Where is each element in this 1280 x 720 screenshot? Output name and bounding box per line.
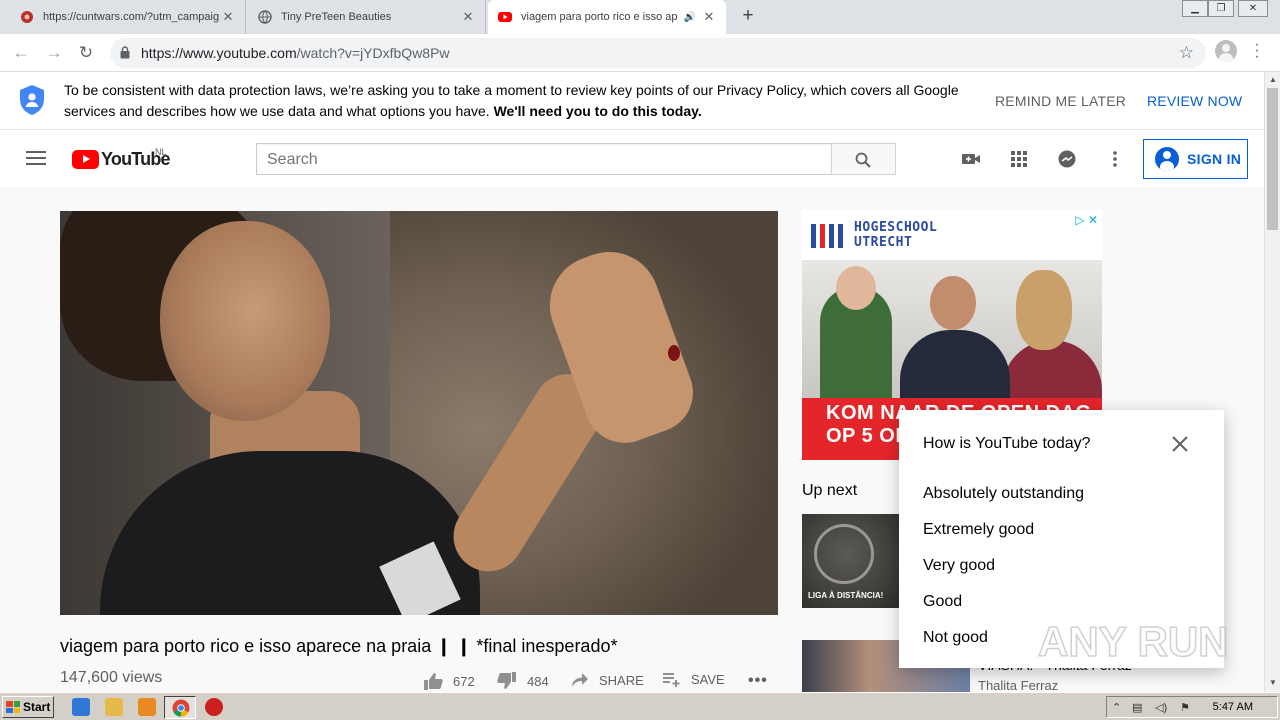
close-tab-icon[interactable]: ✕ bbox=[461, 9, 475, 25]
browser-tab-bar: https://cuntwars.com/?utm_campaig ✕ Tiny… bbox=[0, 0, 1280, 34]
survey-option[interactable]: Very good bbox=[923, 557, 995, 575]
sign-in-button[interactable]: SIGN IN bbox=[1143, 139, 1248, 179]
review-now-button[interactable]: REVIEW NOW bbox=[1147, 93, 1242, 109]
account-icon bbox=[1155, 147, 1179, 171]
search-button[interactable] bbox=[831, 143, 896, 175]
create-video-icon[interactable] bbox=[961, 149, 981, 169]
shield-icon bbox=[20, 85, 44, 115]
survey-option[interactable]: Not good bbox=[923, 629, 988, 647]
messages-icon[interactable] bbox=[1057, 149, 1077, 169]
youtube-logo[interactable]: YouTube NL bbox=[72, 147, 171, 170]
scroll-up-icon[interactable]: ▲ bbox=[1269, 75, 1277, 84]
up-next-heading: Up next bbox=[802, 482, 858, 499]
start-button[interactable]: Start bbox=[2, 696, 54, 718]
system-tray: ⌃ ▤ ◁) ⚑ 5:47 AM bbox=[1106, 696, 1278, 718]
svg-text:ANY RUN: ANY RUN bbox=[1038, 618, 1229, 665]
share-button[interactable]: SHARE bbox=[571, 672, 644, 688]
close-tab-icon[interactable]: ✕ bbox=[702, 9, 716, 25]
view-count: 147,600 views bbox=[60, 669, 163, 686]
guide-menu-icon[interactable] bbox=[26, 151, 46, 167]
site-favicon-icon bbox=[20, 10, 34, 24]
tab-title: Tiny PreTeen Beauties bbox=[281, 11, 392, 23]
more-actions-icon[interactable]: ••• bbox=[748, 672, 768, 690]
thumbs-down-icon bbox=[497, 672, 516, 689]
settings-more-icon[interactable] bbox=[1105, 149, 1125, 169]
search-input[interactable]: Search bbox=[256, 143, 832, 175]
recommended-channel[interactable]: Thalita Ferraz bbox=[978, 678, 1058, 693]
page-scrollbar[interactable]: ▲ ▼ bbox=[1264, 72, 1280, 692]
scrollbar-thumb[interactable] bbox=[1267, 88, 1278, 230]
playlist-add-icon bbox=[663, 672, 680, 687]
browser-tab-1[interactable]: https://cuntwars.com/?utm_campaig ✕ bbox=[10, 0, 246, 34]
profile-avatar[interactable] bbox=[1215, 40, 1237, 62]
thumbs-up-icon bbox=[424, 673, 443, 690]
new-tab-button[interactable]: + bbox=[738, 6, 758, 26]
apps-grid-icon[interactable] bbox=[1009, 149, 1029, 169]
action-center-flag-icon[interactable]: ⚑ bbox=[1180, 701, 1190, 714]
browser-tab-2[interactable]: Tiny PreTeen Beauties ✕ bbox=[248, 0, 486, 34]
survey-option[interactable]: Extremely good bbox=[923, 521, 1034, 539]
url-text: https://www.youtube.com/watch?v=jYDxfbQw… bbox=[141, 45, 450, 61]
tray-expand-icon[interactable]: ⌃ bbox=[1112, 701, 1121, 714]
country-code: NL bbox=[155, 147, 167, 157]
folder-icon[interactable] bbox=[105, 698, 123, 716]
speaker-icon[interactable]: 🔊 bbox=[684, 12, 696, 23]
internet-explorer-icon[interactable] bbox=[72, 698, 90, 716]
network-icon[interactable]: ▤ bbox=[1132, 701, 1142, 714]
minimize-button[interactable]: ▁ bbox=[1182, 0, 1208, 17]
lock-icon bbox=[120, 46, 130, 59]
video-title: viagem para porto rico e isso aparece na… bbox=[60, 636, 618, 656]
back-button[interactable]: ← bbox=[10, 42, 32, 64]
anyrun-watermark: ANY RUN bbox=[1038, 617, 1229, 666]
tab-title: viagem para porto rico e isso ap bbox=[521, 11, 678, 23]
windows-logo-icon bbox=[6, 701, 20, 713]
opera-icon[interactable] bbox=[205, 698, 223, 716]
youtube-favicon-icon bbox=[498, 10, 512, 24]
browser-toolbar: ← → ↻ https://www.youtube.com/watch?v=jY… bbox=[0, 34, 1280, 72]
survey-option[interactable]: Good bbox=[923, 593, 962, 611]
chrome-taskbar-button[interactable] bbox=[164, 696, 196, 719]
address-bar[interactable]: https://www.youtube.com/watch?v=jYDxfbQw… bbox=[110, 38, 1206, 68]
media-player-icon[interactable] bbox=[138, 698, 156, 716]
dislike-button[interactable]: 484 bbox=[497, 672, 549, 690]
like-button[interactable]: 672 bbox=[423, 672, 475, 690]
chrome-icon bbox=[172, 699, 190, 717]
reload-button[interactable]: ↻ bbox=[75, 42, 97, 64]
close-window-button[interactable]: ✕ bbox=[1238, 0, 1268, 17]
remind-me-later-button[interactable]: REMIND ME LATER bbox=[995, 93, 1126, 109]
browser-tab-3[interactable]: viagem para porto rico e isso ap 🔊 ✕ bbox=[488, 0, 726, 34]
close-icon[interactable] bbox=[1171, 435, 1189, 453]
close-tab-icon[interactable]: ✕ bbox=[221, 9, 235, 25]
save-button[interactable]: SAVE bbox=[663, 672, 725, 687]
youtube-play-icon bbox=[72, 150, 99, 169]
share-icon bbox=[572, 673, 588, 687]
windows-taskbar: Start ⌃ ▤ ◁) ⚑ 5:47 AM bbox=[0, 692, 1280, 720]
consent-banner: To be consistent with data protection la… bbox=[0, 72, 1264, 130]
consent-message: To be consistent with data protection la… bbox=[64, 82, 959, 119]
globe-icon bbox=[258, 10, 272, 24]
bookmark-star-icon[interactable]: ☆ bbox=[1179, 43, 1194, 63]
taskbar-clock[interactable]: 5:47 AM bbox=[1213, 701, 1253, 713]
restore-button[interactable]: ❐ bbox=[1208, 0, 1234, 17]
video-player[interactable] bbox=[60, 211, 778, 615]
ad-photo bbox=[802, 260, 1102, 398]
youtube-masthead: YouTube NL Search SIGN IN bbox=[0, 130, 1264, 187]
scroll-down-icon[interactable]: ▼ bbox=[1269, 678, 1277, 687]
forward-button[interactable]: → bbox=[43, 42, 65, 64]
browser-menu-icon[interactable]: · · · bbox=[1252, 37, 1262, 65]
survey-question: How is YouTube today? bbox=[923, 435, 1091, 452]
volume-icon[interactable]: ◁) bbox=[1155, 701, 1167, 714]
ad-choices-icon[interactable]: ▷ ✕ bbox=[1075, 213, 1098, 227]
tab-title: https://cuntwars.com/?utm_campaig bbox=[43, 11, 220, 23]
ad-brand-name: HOGESCHOOL UTRECHT bbox=[854, 220, 938, 250]
hogeschool-utrecht-logo bbox=[811, 224, 843, 248]
survey-option[interactable]: Absolutely outstanding bbox=[923, 485, 1084, 503]
search-icon bbox=[855, 152, 871, 168]
